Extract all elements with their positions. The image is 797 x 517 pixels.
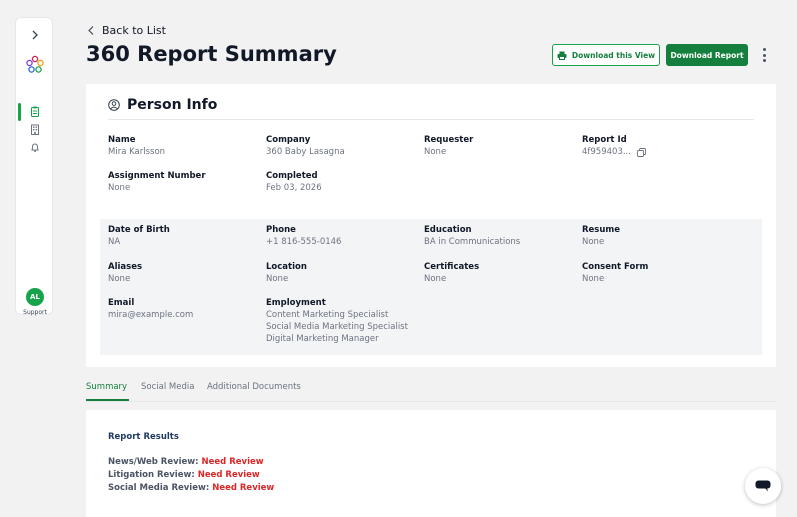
field-value: None: [424, 274, 447, 284]
support-label[interactable]: Support: [16, 309, 54, 316]
status-badge: Need Review: [197, 470, 260, 480]
result-social-media: Social Media Review: Need Review: [108, 483, 274, 493]
field-location: Location None: [266, 261, 416, 285]
field-value: Feb 03, 2026: [266, 183, 322, 193]
field-date-of-birth: Date of Birth NA: [108, 224, 258, 248]
field-label: Certificates: [424, 262, 480, 272]
field-label: Email: [108, 298, 135, 308]
field-label: Consent Form: [582, 262, 649, 272]
field-label: Date of Birth: [108, 225, 170, 235]
field-aliases: Aliases None: [108, 261, 258, 285]
expand-sidebar-button[interactable]: [16, 28, 54, 42]
sidebar-item-companies[interactable]: [16, 122, 54, 136]
field-value: None: [108, 274, 131, 284]
field-employment: Employment Content Marketing Specialist …: [266, 297, 446, 345]
tab-summary[interactable]: Summary: [86, 382, 127, 392]
page-title: 360 Report Summary: [86, 42, 337, 66]
field-email: Email mira@example.com: [108, 297, 258, 321]
download-view-button[interactable]: Download this View: [552, 44, 660, 66]
person-info-title: Person Info: [127, 97, 218, 113]
report-results-title: Report Results: [108, 432, 179, 442]
result-litigation: Litigation Review: Need Review: [108, 470, 260, 480]
field-label: Resume: [582, 225, 621, 235]
field-label: Employment: [266, 298, 326, 308]
field-value: NA: [108, 237, 121, 247]
sidebar-item-reports[interactable]: [16, 104, 54, 118]
field-report-id: Report Id 4f959403...: [582, 134, 732, 158]
divider: [108, 119, 754, 120]
printer-icon: [557, 51, 567, 60]
field-label: Phone: [266, 225, 296, 235]
field-value: +1 816-555-0146: [266, 237, 342, 247]
result-label: News/Web Review:: [108, 457, 199, 467]
bell-icon: [31, 142, 39, 152]
result-label: Litigation Review:: [108, 470, 195, 480]
clipboard-icon: [30, 106, 40, 117]
result-news-web: News/Web Review: Need Review: [108, 457, 264, 467]
field-label: Education: [424, 225, 472, 235]
field-label: Completed: [266, 171, 318, 181]
employment-item: Content Marketing Specialist: [266, 310, 389, 320]
result-label: Social Media Review:: [108, 483, 210, 493]
field-value: 360 Baby Lasagna: [266, 147, 345, 157]
chat-widget-button[interactable]: [745, 468, 781, 504]
sidebar-item-notifications[interactable]: [16, 140, 54, 154]
field-value: None: [424, 147, 447, 157]
chevron-right-icon: [32, 30, 38, 40]
field-label: Requester: [424, 135, 474, 145]
employment-item: Digital Marketing Manager: [266, 334, 379, 344]
copy-icon[interactable]: [637, 147, 646, 157]
field-value: Mira Karlsson: [108, 147, 166, 157]
field-value: None: [266, 274, 289, 284]
field-education: Education BA in Communications: [424, 224, 574, 248]
field-company: Company 360 Baby Lasagna: [266, 134, 416, 158]
field-label: Assignment Number: [108, 171, 206, 181]
avatar-initials: AL: [30, 293, 40, 301]
field-value: None: [582, 274, 605, 284]
back-label: Back to List: [102, 24, 166, 37]
download-report-button[interactable]: Download Report: [666, 44, 748, 66]
tab-additional-documents[interactable]: Additional Documents: [207, 382, 301, 392]
download-view-label: Download this View: [571, 50, 656, 60]
person-circle-icon: [108, 99, 120, 111]
employment-item: Social Media Marketing Specialist: [266, 322, 408, 332]
field-certificates: Certificates None: [424, 261, 574, 285]
field-assignment-number: Assignment Number None: [108, 170, 258, 194]
back-to-list-link[interactable]: Back to List: [88, 24, 166, 37]
avatar[interactable]: AL: [26, 288, 44, 306]
chat-icon: [755, 480, 771, 492]
field-requester: Requester None: [424, 134, 574, 158]
flower-logo-icon[interactable]: [16, 54, 54, 76]
field-label: Report Id: [582, 135, 627, 145]
person-info-heading: Person Info: [108, 97, 217, 113]
field-label: Aliases: [108, 262, 143, 272]
field-value: mira@example.com: [108, 310, 194, 320]
field-label: Location: [266, 262, 307, 272]
field-label: Name: [108, 135, 136, 145]
field-value: None: [582, 237, 605, 247]
status-badge: Need Review: [201, 457, 264, 467]
building-icon: [31, 124, 39, 135]
field-completed: Completed Feb 03, 2026: [266, 170, 416, 194]
more-options-icon[interactable]: [760, 45, 768, 65]
chevron-left-icon: [88, 26, 94, 35]
field-resume: Resume None: [582, 224, 732, 248]
tab-social-media[interactable]: Social Media: [141, 382, 194, 392]
status-badge: Need Review: [212, 483, 275, 493]
sidebar: AL Support: [15, 17, 54, 316]
field-value: None: [108, 183, 131, 193]
field-consent-form: Consent Form None: [582, 261, 732, 285]
field-value: BA in Communications: [424, 237, 521, 247]
divider: [86, 401, 776, 402]
field-label: Company: [266, 135, 311, 145]
field-value: 4f959403...: [582, 147, 631, 157]
field-phone: Phone +1 816-555-0146: [266, 224, 416, 248]
field-name: Name Mira Karlsson: [108, 134, 258, 158]
